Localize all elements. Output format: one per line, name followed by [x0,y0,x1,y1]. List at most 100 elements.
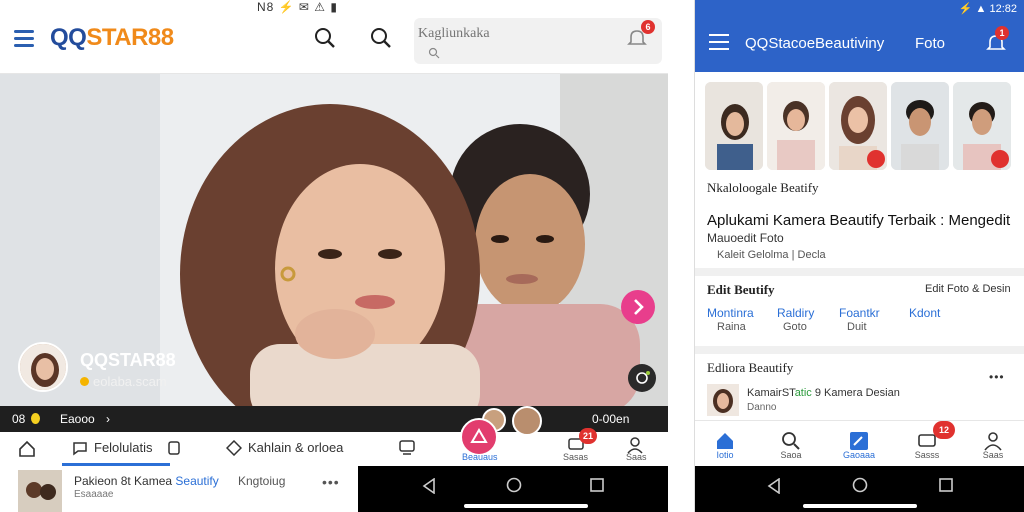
strip-left-text: 08 [12,412,26,426]
right-phone-screen: ⚡ ▲ 12:82 QQStacoeBeautiviny Foto 1 Nkal… [694,0,1024,512]
thumbnail-4[interactable] [891,82,949,170]
next-slide-button[interactable] [621,290,655,324]
article-meta: Kaleit Gelolma | Decla [717,249,826,261]
nav-label-profile: Saas [626,452,647,462]
search-icon[interactable] [314,27,336,54]
story-thumbnails [705,82,1024,172]
creator-handle: eolaba.scam [80,374,167,389]
thumbnail-badge [867,150,885,168]
card-title-highlight: atic [794,387,812,399]
creator-avatar[interactable] [18,342,68,392]
nav-label-search: Saoa [780,450,802,460]
brand-logo[interactable]: QQSTAR88 [50,24,174,52]
tag-icon[interactable] [166,440,182,461]
thumbnail-3[interactable] [829,82,887,170]
notification-bell-icon[interactable]: 1 [985,26,1009,59]
top-app-bar: ⚡ ▲ 12:82 QQStacoeBeautiviny Foto 1 [695,0,1024,72]
tab-felolulatis[interactable]: Felolulatis [94,440,153,455]
brand-text-part2: STAR88 [86,24,174,51]
nav-label-chat: Sasss [914,450,940,460]
chat-bubble-icon[interactable] [72,440,88,461]
tab-kahlain-orloea[interactable]: Kahlain & orloea [248,440,343,455]
system-navigation-bar [358,466,668,512]
article-headline-line2[interactable]: Mauoedit Foto [707,231,784,245]
foto-tab[interactable]: Foto [915,35,945,52]
back-icon[interactable] [422,477,436,499]
gesture-pill [803,504,917,508]
nav-label-beauty: Beauaus [462,452,498,462]
thumbnail-1[interactable] [705,82,763,170]
chat-badge: 12 [933,421,955,439]
home-button-icon[interactable] [852,477,868,498]
app-title: QQStacoeBeautiviny [745,35,885,52]
card-avatar[interactable] [707,384,739,416]
notification-badge: 1 [995,26,1009,40]
left-phone-screen: N8 ⚡ ✉ ⚠ ▮ QQSTAR88 6 [0,0,668,512]
layers-icon[interactable] [398,438,416,461]
thumbnail-2[interactable] [767,82,825,170]
recents-icon[interactable] [939,478,953,497]
strip-mid-text: Eaooo [60,412,95,426]
top-app-bar: N8 ⚡ ✉ ⚠ ▮ QQSTAR88 6 [0,0,668,74]
back-icon[interactable] [767,477,781,499]
brand-text-part1: QQ [50,24,87,51]
menu-icon[interactable] [14,30,34,47]
recents-icon[interactable] [590,478,604,497]
search-input[interactable] [418,26,598,42]
thumbnail-5[interactable] [953,82,1011,170]
card-title[interactable]: Pakieon 8t Kamea Seautify [74,474,219,488]
menu-icon[interactable] [709,34,729,50]
card-tag[interactable]: Kngtoiug [238,474,285,488]
home-button-icon[interactable] [506,477,522,498]
card-title-part1: KamairST [747,387,795,399]
more-options-icon[interactable]: ••• [989,370,1005,384]
chat-badge: 21 [579,428,597,444]
feed-card[interactable]: Pakieon 8t Kamea Seautify Kngtoiug Esaaa… [0,466,358,512]
status-bar: ⚡ ▲ 12:82 [958,3,1017,15]
strip-right-text: 0-00en [592,412,630,426]
link-foantkr[interactable]: Foantkr [839,306,880,320]
article-headline[interactable]: Aplukami Kamera Beautify Terbaik : Menge… [707,212,1010,229]
more-options-icon[interactable]: ••• [322,474,340,490]
hero-banner-image[interactable]: QQSTAR88 eolaba.scam [0,74,668,406]
app-root: N8 ⚡ ✉ ⚠ ▮ QQSTAR88 6 [0,0,1024,512]
link-montinra-sub: Raina [717,321,746,333]
search-mini-icon [428,46,440,64]
card-subtitle: Danno [747,402,777,413]
home-icon[interactable] [18,440,36,463]
system-navigation-bar [695,466,1024,512]
section-title-2: Edit Beutify [707,282,775,297]
thumbnail-badge [991,150,1009,168]
link-raldiry[interactable]: Raldiry [777,306,814,320]
link-kdont[interactable]: Kdont [909,306,940,320]
creator-name[interactable]: QQSTAR88 [80,350,176,371]
diamond-icon[interactable] [225,439,243,461]
card-title[interactable]: KamairSTatic 9 Kamera Desian [747,387,900,399]
beauty-camera-fab[interactable] [460,418,498,456]
link-foantkr-sub: Duit [847,321,867,333]
card-title-highlight: Seautify [175,474,219,488]
card-title-part3: 9 Kamera Desian [811,387,900,399]
chevron-right-icon[interactable]: › [106,412,110,426]
nav-label-edit: Gaoaaa [842,450,876,460]
camera-shortcut-button[interactable] [628,364,656,392]
card-avatar[interactable] [18,470,62,512]
divider [695,268,1024,276]
card-title-text: Pakieon 8t Kamea [74,474,176,488]
section-title-1: Nkaloloogale Beatify [707,180,819,195]
section-2-right-label[interactable]: Edit Foto & Desin [925,283,1011,295]
notification-bell-icon[interactable]: 6 [625,20,655,55]
status-bar: N8 ⚡ ✉ ⚠ ▮ [256,0,338,14]
gesture-pill [464,504,588,508]
floating-avatar[interactable] [512,406,542,436]
search-icon-secondary[interactable] [370,27,392,54]
nav-label-profile: Saas [982,450,1004,460]
section-title-3: Edliora Beautify [707,360,794,375]
link-montinra[interactable]: Montinra [707,306,754,320]
nav-label-home: Iotio [716,450,734,460]
card-subtitle: Esaaaae [74,489,114,500]
media-info-strip: 08 Eaooo › 0-00en [0,406,668,432]
bulb-icon [31,413,40,424]
nav-label-chat: Sasas [563,452,589,462]
divider [695,346,1024,354]
